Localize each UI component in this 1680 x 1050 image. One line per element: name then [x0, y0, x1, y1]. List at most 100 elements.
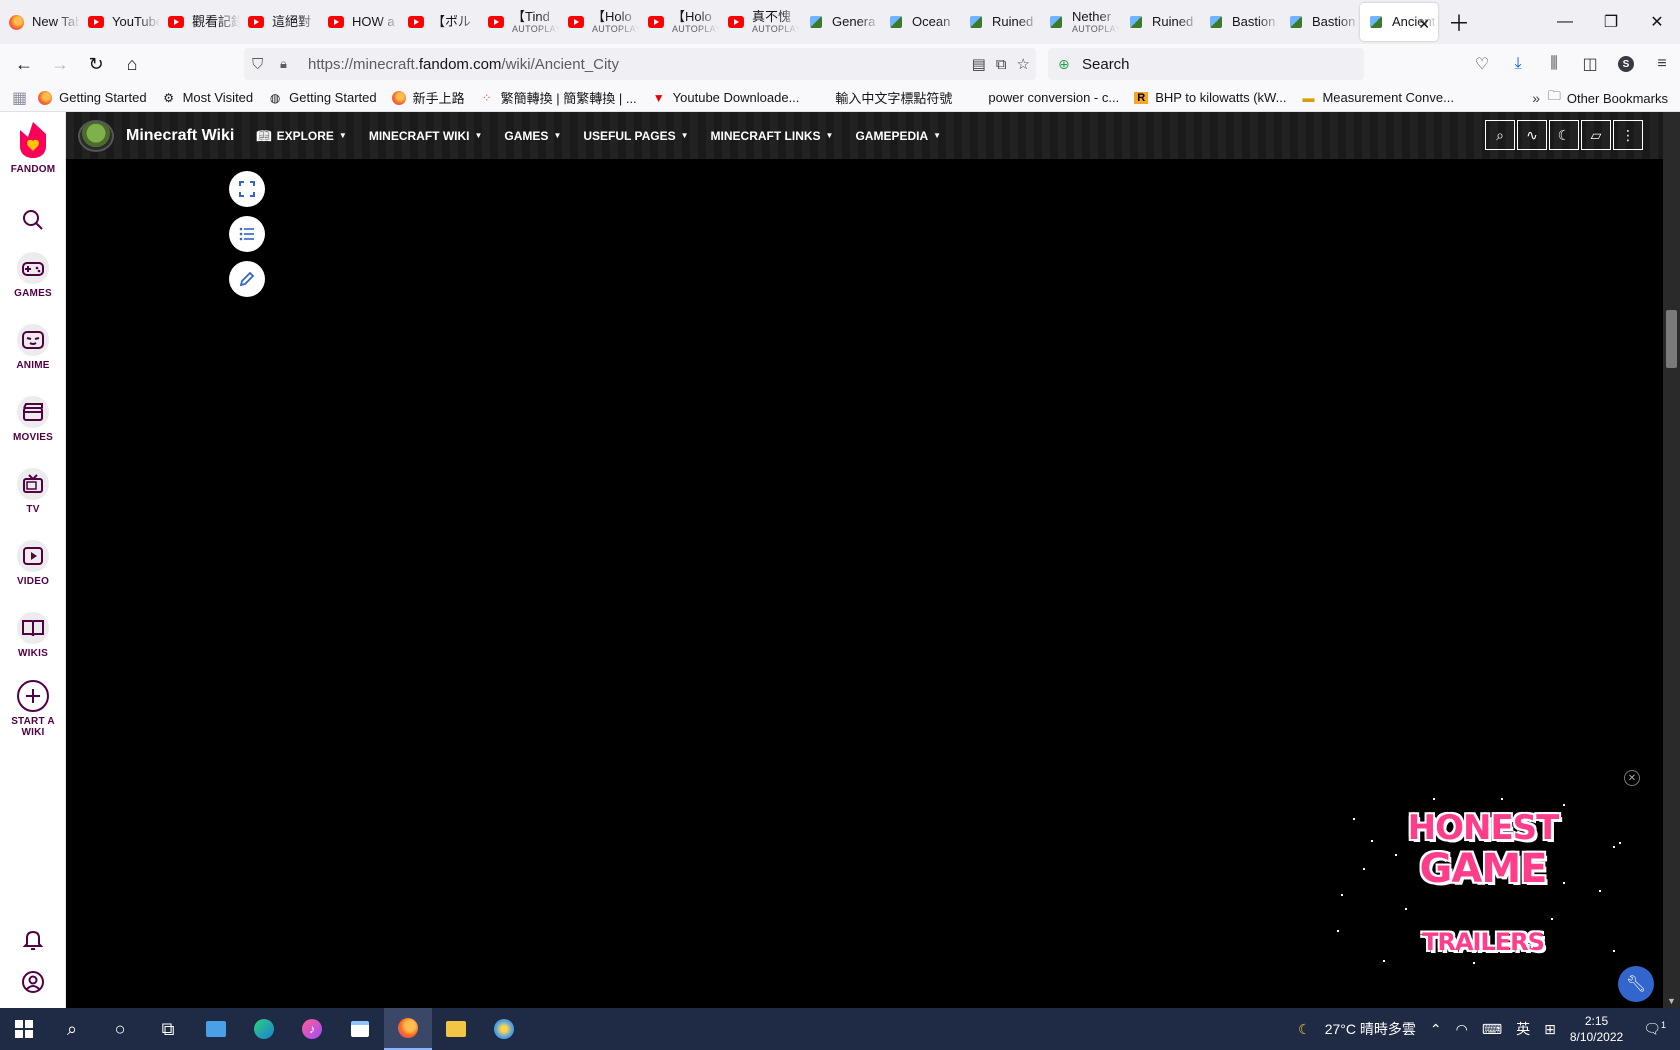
browser-tab[interactable]: Ocean [880, 0, 960, 44]
bookmark-item[interactable]: ◍ Getting Started [267, 90, 377, 106]
sidebar-icon[interactable]: ◫ [1572, 48, 1608, 80]
app-icon[interactable] [192, 1008, 240, 1050]
browser-tab[interactable]: Ruined [1120, 0, 1200, 44]
wiki-menu-useful-pages[interactable]: USEFUL PAGES ▼ [583, 129, 688, 143]
recent-changes-icon[interactable]: ∿ [1517, 120, 1547, 150]
task-view-icon[interactable]: ⧉ [144, 1008, 192, 1050]
dark-mode-moon-icon[interactable]: ☾ [1549, 120, 1579, 150]
fandom-nav-anime[interactable]: ANIME [0, 324, 66, 371]
file-explorer-icon[interactable] [432, 1008, 480, 1050]
bookmark-item[interactable]: 新手上路 [391, 88, 465, 107]
app-menu-icon[interactable]: ≡ [1644, 48, 1680, 80]
search-engine-icon[interactable]: ⊕ [1058, 56, 1076, 73]
browser-tab[interactable]: 【Holo AUTOPLAY [560, 0, 640, 44]
ad-close-icon[interactable]: ✕ [1624, 770, 1640, 786]
notifications-bell[interactable] [0, 924, 66, 956]
forward-icon[interactable]: → [42, 48, 78, 80]
windows-start-icon[interactable] [0, 1008, 48, 1050]
wrench-tools-icon[interactable]: 🔧︎ [1618, 966, 1654, 1002]
paint-icon[interactable] [480, 1008, 528, 1050]
cortana-icon[interactable]: ○ [96, 1008, 144, 1050]
browser-tab[interactable]: 真不愧 AUTOPLAY [720, 0, 800, 44]
fandom-nav-video[interactable]: VIDEO [0, 540, 66, 587]
user-avatar-icon[interactable] [17, 966, 49, 998]
pocket-icon[interactable]: ♡ [1464, 48, 1500, 80]
bookmarks-overflow-icon[interactable]: » [1532, 84, 1540, 112]
browser-tab[interactable]: 【Tind AUTOPLAY [480, 0, 560, 44]
page-scrollbar[interactable]: ▼ [1663, 112, 1680, 1008]
browser-tab[interactable]: New Tab [0, 0, 80, 44]
downloads-icon[interactable]: ⤓ [1500, 48, 1536, 80]
bookmark-item[interactable]: ⚙ Most Visited [161, 90, 253, 106]
reload-icon[interactable]: ↻ [78, 48, 114, 80]
discussions-icon[interactable]: ▱ [1581, 120, 1611, 150]
account-icon[interactable]: S [1608, 48, 1644, 80]
browser-tab[interactable]: Genera [800, 0, 880, 44]
close-window-icon[interactable]: ✕ [1634, 0, 1680, 44]
home-icon[interactable]: ⌂ [114, 48, 150, 80]
wiki-menu-gamepedia[interactable]: GAMEPEDIA ▼ [855, 129, 941, 143]
browser-tab[interactable]: Nether AUTOPLAY [1040, 0, 1120, 44]
bookmark-item[interactable]: Getting Started [37, 90, 147, 106]
browser-tab[interactable]: 【Holo AUTOPLAY [640, 0, 720, 44]
bookmarks-manager-icon[interactable]: ▦ [12, 88, 27, 108]
bookmark-item[interactable]: ▬ Measurement Conve... [1300, 90, 1454, 106]
library-icon[interactable]: ⫼ [1536, 48, 1572, 80]
bookmark-item[interactable]: ⁘ 繁簡轉換 | 簡繁轉換 | ... [479, 88, 637, 107]
search-bar[interactable]: ⊕ [1048, 48, 1364, 80]
microsoft-store-icon[interactable] [336, 1008, 384, 1050]
wiki-menu-games[interactable]: GAMES ▼ [504, 129, 561, 143]
fandom-logo[interactable]: FANDOM [0, 120, 66, 175]
more-options-icon[interactable]: ⋮ [1613, 120, 1643, 150]
tracking-shield-icon[interactable]: ⛉ [252, 56, 272, 73]
taskbar-search-icon[interactable]: ⌕ [48, 1008, 96, 1050]
bookmark-item[interactable]: ▼ Youtube Downloade... [651, 90, 800, 106]
fandom-nav-wikis[interactable]: WIKIS [0, 612, 66, 659]
browser-tab[interactable]: YouTube [80, 0, 160, 44]
url-text[interactable]: https://minecraft.fandom.com/wiki/Ancien… [308, 56, 619, 73]
browser-tab[interactable]: Bastion [1200, 0, 1280, 44]
browser-tab[interactable]: 【ポル [400, 0, 480, 44]
ime-mode-icon[interactable]: ⊞ [1544, 1021, 1556, 1038]
search-input[interactable] [1082, 55, 1342, 73]
fandom-nav-movies[interactable]: MOVIES [0, 396, 66, 443]
wiki-menu-minecraft-links[interactable]: MINECRAFT LINKS ▼ [711, 129, 834, 143]
restore-icon[interactable]: ❐ [1588, 0, 1634, 44]
back-icon[interactable]: ← [6, 48, 42, 80]
wifi-icon[interactable]: ◠ [1456, 1021, 1468, 1038]
fandom-search[interactable] [0, 204, 66, 236]
fandom-nav-games[interactable]: GAMES [0, 252, 66, 299]
edge-browser-icon[interactable] [240, 1008, 288, 1050]
wiki-search-icon[interactable]: ⌕ [1485, 120, 1515, 150]
weather-moon-icon[interactable]: ☾ [1298, 1021, 1311, 1038]
bookmark-star-icon[interactable]: ☆ [1017, 55, 1030, 73]
browser-tab[interactable]: Ruined [960, 0, 1040, 44]
wiki-menu-minecraft-wiki[interactable]: MINECRAFT WIKI ▼ [369, 129, 483, 143]
browser-tab[interactable]: 這絕對 [240, 0, 320, 44]
itunes-icon[interactable]: ♪ [288, 1008, 336, 1050]
table-of-contents-icon[interactable] [229, 216, 265, 252]
bookmark-item[interactable]: power conversion - c... [966, 90, 1119, 106]
search-icon[interactable] [17, 204, 49, 236]
fandom-nav-start-wiki[interactable]: START A WIKI [0, 680, 66, 738]
tray-chevron-up-icon[interactable]: ⌃ [1430, 1021, 1442, 1038]
keyboard-icon[interactable]: ⌨ [1482, 1021, 1502, 1038]
close-tab-icon[interactable]: ✕ [1418, 16, 1430, 33]
bell-icon[interactable] [17, 924, 49, 956]
lock-icon[interactable]: 🔒︎ [280, 56, 298, 72]
browser-tab[interactable]: 觀看記錄 [160, 0, 240, 44]
weather-text[interactable]: 27°C 晴時多雲 [1325, 1019, 1416, 1039]
fandom-nav-tv[interactable]: TV [0, 468, 66, 515]
new-tab-button[interactable]: ＋ [1442, 5, 1476, 39]
fullscreen-expand-icon[interactable] [229, 171, 265, 207]
bookmark-item[interactable]: R BHP to kilowatts (kW... [1133, 90, 1286, 106]
wiki-name-link[interactable]: Minecraft Wiki [126, 127, 234, 145]
user-account[interactable] [0, 966, 66, 998]
minecraft-wiki-logo[interactable] [78, 119, 114, 152]
translate-icon[interactable]: ⧉ [996, 56, 1007, 73]
clock[interactable]: 2:15 8/10/2022 [1570, 1013, 1623, 1045]
browser-tab[interactable]: HOW a [320, 0, 400, 44]
url-bar[interactable]: ⛉ 🔒︎ https://minecraft.fandom.com/wiki/A… [244, 48, 1036, 80]
bookmark-item[interactable]: 輸入中文字標點符號 [813, 88, 952, 107]
browser-tab[interactable]: Ancient ✕ [1360, 3, 1438, 41]
